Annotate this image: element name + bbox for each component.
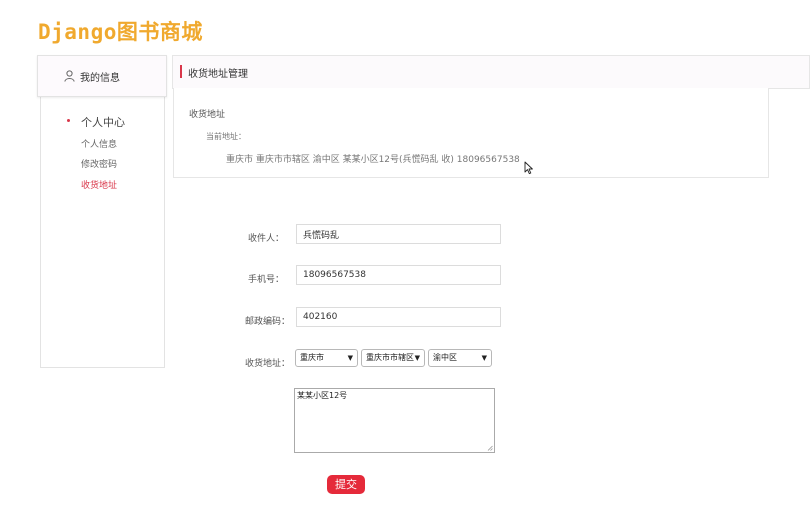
submit-button[interactable]: 提交: [327, 475, 365, 494]
bullet-icon: [67, 119, 70, 122]
province-value: 重庆市: [300, 353, 324, 362]
dropdown-arrow-icon: ▼: [347, 354, 353, 362]
sidebar-item-profile[interactable]: 个人信息: [81, 137, 117, 150]
resize-grip-icon[interactable]: [487, 445, 493, 451]
district-value: 渝中区: [433, 353, 457, 362]
sidebar-section-title: 个人中心: [81, 116, 125, 129]
accent-bar: [180, 65, 182, 78]
sidebar-item-address[interactable]: 收货地址: [81, 178, 117, 191]
district-select[interactable]: 渝中区 ▼: [428, 349, 492, 367]
site-logo[interactable]: Django图书商城: [38, 16, 203, 46]
current-address-label: 当前地址：: [206, 132, 246, 141]
receiver-input[interactable]: [296, 224, 501, 244]
dropdown-arrow-icon: ▼: [481, 354, 487, 362]
detail-address-value: 某某小区12号: [297, 391, 348, 400]
zip-input[interactable]: [296, 307, 501, 327]
city-value: 重庆市市辖区: [366, 353, 414, 362]
sidebar-item-password[interactable]: 修改密码: [81, 157, 117, 170]
address-section-title: 收货地址: [189, 110, 226, 120]
mouse-cursor-icon: [524, 161, 533, 175]
detail-address-textarea[interactable]: 某某小区12号: [294, 388, 495, 453]
phone-input[interactable]: [296, 265, 501, 285]
panel-header: 收货地址管理: [172, 55, 810, 89]
sidebar-header: 我的信息: [37, 55, 167, 97]
panel-title: 收货地址管理: [188, 69, 248, 80]
sidebar: [40, 57, 165, 368]
city-select[interactable]: 重庆市市辖区 ▼: [361, 349, 425, 367]
province-select[interactable]: 重庆市 ▼: [295, 349, 358, 367]
phone-label: 手机号：: [247, 275, 284, 285]
current-address-value: 重庆市 重庆市市辖区 渝中区 某某小区12号(兵慌码乱 收) 180965675…: [226, 155, 520, 165]
user-icon: [64, 70, 75, 82]
dropdown-arrow-icon: ▼: [414, 354, 420, 362]
zip-label: 邮政编码：: [244, 317, 290, 327]
receiver-label: 收件人：: [247, 234, 284, 244]
sidebar-header-title: 我的信息: [80, 73, 120, 84]
region-label: 收货地址：: [244, 359, 290, 369]
